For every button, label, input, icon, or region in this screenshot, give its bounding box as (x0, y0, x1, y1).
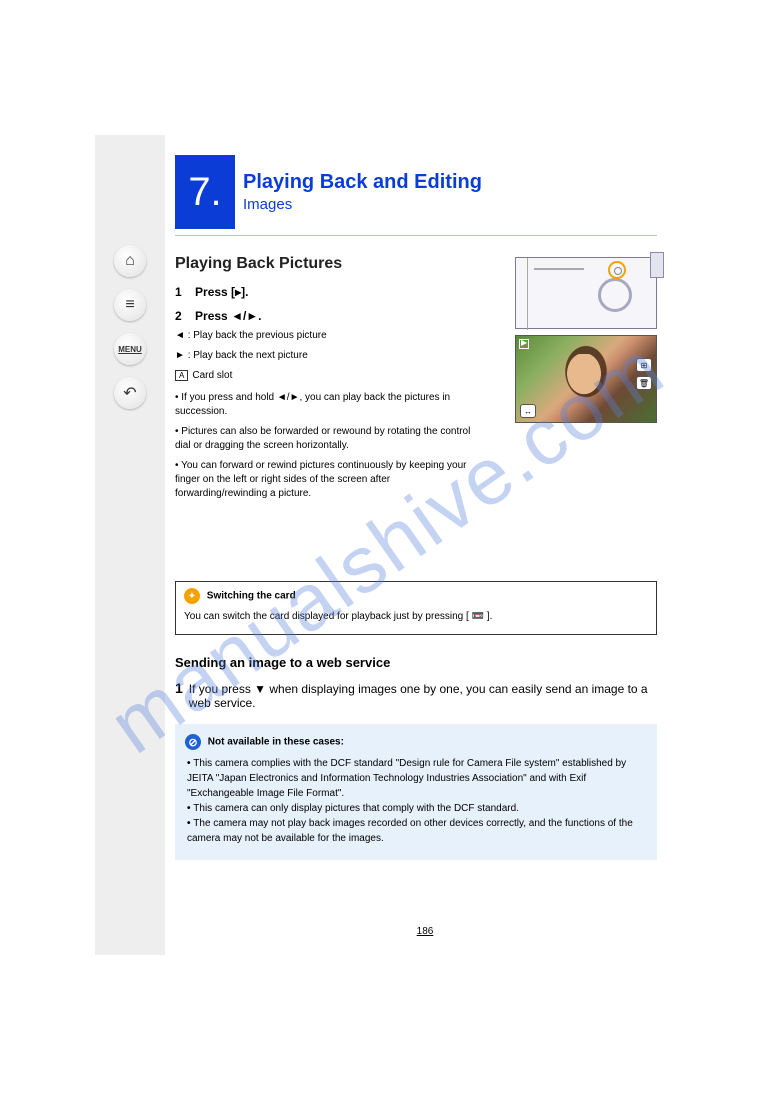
sidebar: ⌂ ≡ MENU ↶ (95, 135, 165, 955)
arrow-keys: ◄/► (231, 309, 258, 323)
label-a-row: A Card slot (175, 369, 485, 383)
step2-text-a: Press (195, 309, 231, 323)
not-available-box: ⊘ Not available in these cases: This cam… (175, 724, 657, 860)
right-arrow-icon: ► (175, 350, 185, 361)
camera-diagram (515, 257, 657, 329)
divider (175, 235, 657, 237)
chapter-number: 7. (188, 172, 221, 212)
step1-text-b: ]. (241, 285, 248, 299)
na-list: This camera complies with the DCF standa… (185, 756, 647, 846)
na-item: This camera can only display pictures th… (187, 801, 647, 816)
label-a-text: Card slot (192, 370, 232, 381)
na-item: This camera complies with the DCF standa… (187, 756, 647, 801)
step2-text-b: . (258, 309, 261, 323)
step-2-row: 2 Press ◄/►. ◄ : Play back the previous … (175, 309, 657, 501)
long-press-note: • If you press and hold ◄/►, you can pla… (175, 391, 485, 419)
list-icon[interactable]: ≡ (114, 289, 146, 321)
home-icon[interactable]: ⌂ (114, 245, 146, 277)
menu-icon[interactable]: MENU (114, 333, 146, 365)
page-number[interactable]: 186 (417, 926, 434, 937)
card-slot-indicator-icon (519, 339, 529, 349)
keep-finger-note: • You can forward or rewind pictures con… (175, 459, 485, 501)
content-area: 7. Playing Back and Editing Images Playi… (165, 135, 685, 955)
send-section-title: Sending an image to a web service (175, 655, 657, 670)
tip-header: ✦ Switching the card (184, 588, 648, 604)
step2-num: 2 (175, 309, 182, 323)
lightbulb-icon: ✦ (184, 588, 200, 604)
back-icon[interactable]: ↶ (114, 377, 146, 409)
left-arrow-icon: ◄ (175, 330, 185, 341)
rotary-note: • Pictures can also be forwarded or rewo… (175, 425, 485, 453)
play-button-highlight (608, 261, 626, 279)
thumb-grid-icon: ⊞ (636, 358, 652, 372)
na-item: The camera may not play back images reco… (187, 816, 647, 846)
chapter-header: 7. Playing Back and Editing Images (175, 155, 657, 229)
step1-text-a: Press [ (195, 285, 235, 299)
chapter-title-line1: Playing Back and Editing (243, 169, 482, 195)
na-heading: ⊘ Not available in these cases: (185, 734, 647, 750)
tip-body: You can switch the card displayed for pl… (184, 610, 648, 624)
page-container: ⌂ ≡ MENU ↶ 7. Playing Back and Editing I… (95, 135, 685, 955)
chapter-title: Playing Back and Editing Images (243, 155, 482, 229)
playback-preview-image: ⊞ 🗑 ↔ (515, 335, 657, 423)
step1-num: 1 (175, 285, 182, 299)
send-step-num: 1 (175, 680, 183, 696)
thumb-switch-icon: ↔ (520, 404, 536, 418)
label-a-badge: A (175, 370, 188, 381)
tip-box: ✦ Switching the card You can switch the … (175, 581, 657, 635)
na-icon: ⊘ (185, 734, 201, 750)
chapter-number-box: 7. (175, 155, 235, 229)
send-step: 1 If you press ▼ when displaying images … (175, 680, 657, 710)
chapter-title-line2: Images (243, 195, 482, 215)
send-step-text: If you press ▼ when displaying images on… (189, 682, 657, 710)
tip-title: Switching the card (207, 591, 296, 602)
step2-note-next: ► : Play back the next picture (175, 349, 485, 363)
step2-note-prev: ◄ : Play back the previous picture (175, 329, 485, 343)
thumb-delete-icon: 🗑 (636, 376, 652, 390)
